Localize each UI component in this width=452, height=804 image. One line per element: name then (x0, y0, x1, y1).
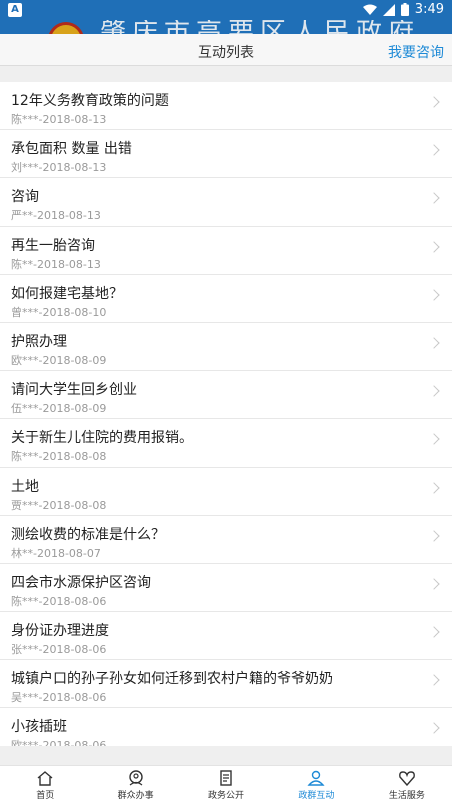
chevron-right-icon (428, 337, 440, 349)
item-title: 如何报建宅基地？ (11, 285, 123, 302)
status-time: 3:49 (414, 2, 444, 17)
battery-icon (400, 3, 409, 16)
chevron-right-icon (428, 289, 440, 301)
list-item[interactable]: 如何报建宅基地？ 曾***-2018-08-10 (0, 275, 452, 323)
item-title: 测绘收费的标准是什么？ (11, 526, 165, 543)
chevron-right-icon (428, 240, 440, 253)
list-item[interactable]: 12年义务教育政策的问题 陈***-2018-08-13 (0, 82, 452, 131)
item-meta: 严**-2018-08-13 (11, 209, 101, 223)
item-title: 咨询 (11, 189, 39, 206)
item-meta: 吴***-2018-08-06 (11, 691, 107, 705)
list-item[interactable]: 再生一胎咨询 陈**-2018-08-13 (0, 227, 452, 275)
chevron-right-icon (428, 722, 440, 735)
tab-label: 群众办事 (117, 791, 154, 801)
item-title: 再生一胎咨询 (11, 237, 95, 254)
tab-services[interactable]: 群众办事 (90, 766, 180, 804)
list-item[interactable]: 城镇户口的孙子孙女如何迁移到农村户籍的爷爷奶奶 吴***-2018-08-06 (0, 660, 452, 709)
item-title: 四会市水源保护区咨询 (11, 574, 151, 591)
heart-icon (398, 771, 415, 786)
list-item[interactable]: 身份证办理进度 张***-2018-08-06 (0, 612, 452, 661)
item-meta: 贾***-2018-08-08 (11, 498, 107, 512)
item-meta: 欧***-2018-08-06 (11, 739, 107, 746)
page-title: 互动列表 (198, 45, 254, 61)
chevron-right-icon (428, 433, 440, 445)
item-meta: 欧***-2018-08-09 (11, 353, 107, 367)
item-title: 土地 (11, 478, 39, 495)
item-title: 护照办理 (11, 333, 67, 350)
app-notification-icon: A (8, 3, 22, 17)
chevron-right-icon (428, 144, 440, 156)
list-item[interactable]: 请问大学生回乡创业 伍***-2018-08-09 (0, 371, 452, 420)
item-title: 关于新生儿住院的费用报销。 (11, 430, 193, 447)
tab-label: 生活服务 (388, 791, 425, 801)
list-item[interactable]: 护照办理欧***-2018-08-09 (0, 323, 452, 372)
tab-interaction[interactable]: 政群互动 (271, 766, 361, 804)
tab-public-affairs[interactable]: 政务公开 (181, 766, 271, 804)
document-icon (220, 770, 232, 786)
list-item[interactable]: 土地贾***-2018-08-08 (0, 468, 452, 516)
chevron-right-icon (428, 530, 440, 542)
item-meta: 陈***-2018-08-13 (11, 113, 107, 126)
people-icon (128, 770, 143, 786)
item-meta: 陈**-2018-08-13 (11, 257, 101, 271)
item-title: 承包面积 数量 出错 (11, 141, 132, 158)
chevron-right-icon (428, 674, 440, 686)
item-meta: 刘***-2018-08-13 (11, 161, 107, 175)
tab-label: 政群互动 (298, 791, 335, 801)
item-meta: 曾***-2018-08-10 (11, 305, 107, 319)
item-title: 12年义务教育政策的问题 (11, 93, 169, 109)
chevron-right-icon (428, 385, 440, 397)
chevron-right-icon (428, 626, 440, 638)
tab-label: 政务公开 (208, 791, 245, 801)
item-title: 请问大学生回乡创业 (11, 382, 137, 399)
tab-label: 首页 (36, 791, 55, 801)
chevron-right-icon (428, 192, 440, 205)
item-meta: 林**-2018-08-07 (11, 546, 101, 560)
interaction-icon (307, 770, 325, 786)
signal-icon (382, 3, 395, 16)
home-icon (37, 771, 53, 786)
list-item[interactable]: 测绘收费的标准是什么？ 林**-2018-08-07 (0, 516, 452, 564)
status-bar: A 3:49 (0, 0, 452, 20)
list-item[interactable]: 咨询严**-2018-08-13 (0, 178, 452, 227)
chevron-right-icon (428, 578, 440, 590)
item-meta: 陈***-2018-08-08 (11, 450, 107, 464)
list-item[interactable]: 承包面积 数量 出错 刘***-2018-08-13 (0, 130, 452, 179)
item-title: 小孩插班 (11, 719, 67, 736)
item-meta: 陈***-2018-08-06 (11, 594, 107, 608)
list-item[interactable]: 关于新生儿住院的费用报销。 陈***-2018-08-08 (0, 419, 452, 468)
chevron-right-icon (428, 96, 440, 108)
item-title: 身份证办理进度 (11, 623, 109, 640)
list-item[interactable]: 四会市水源保护区咨询 陈***-2018-08-06 (0, 564, 452, 613)
ask-question-button[interactable]: 我要咨询 (388, 42, 444, 62)
tab-life-services[interactable]: 生活服务 (362, 766, 452, 804)
tab-home[interactable]: 首页 (0, 766, 90, 804)
item-meta: 张***-2018-08-06 (11, 643, 107, 657)
page-header: 互动列表 我要咨询 (0, 34, 452, 66)
item-meta: 伍***-2018-08-09 (11, 402, 107, 416)
wifi-icon (362, 4, 377, 15)
item-title: 城镇户口的孙子孙女如何迁移到农村户籍的爷爷奶奶 (11, 671, 333, 688)
chevron-right-icon (428, 481, 440, 494)
interaction-list: 12年义务教育政策的问题 陈***-2018-08-13 承包面积 数量 出错 刘*… (0, 82, 452, 746)
list-item[interactable]: 小孩插班欧***-2018-08-06 (0, 708, 452, 746)
bottom-tab-bar: 首页 群众办事 政务公开 政群互动 生活服务 (0, 765, 452, 804)
